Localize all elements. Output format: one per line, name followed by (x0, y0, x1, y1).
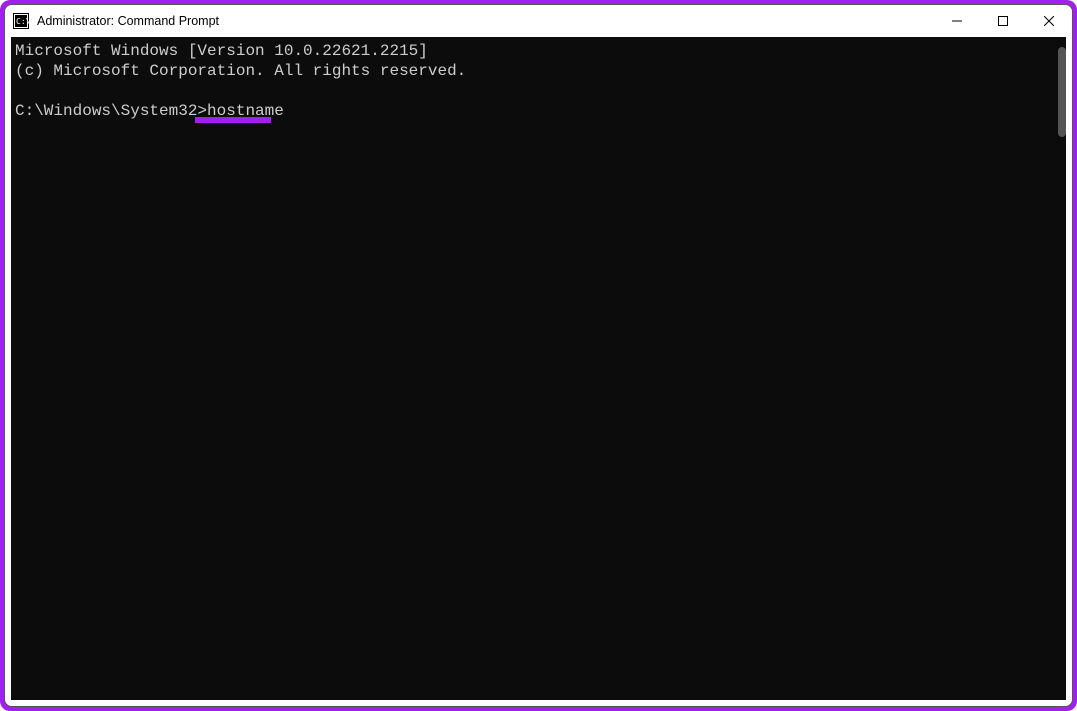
terminal-prompt: C:\Windows\System32> (15, 102, 207, 120)
minimize-button[interactable] (934, 5, 980, 37)
terminal-line-copyright: (c) Microsoft Corporation. All rights re… (15, 62, 466, 80)
titlebar[interactable]: C:\ Administrator: Command Prompt (5, 5, 1072, 37)
terminal[interactable]: Microsoft Windows [Version 10.0.22621.22… (11, 37, 1066, 700)
svg-text:C:\: C:\ (16, 17, 29, 26)
terminal-client-area: Microsoft Windows [Version 10.0.22621.22… (5, 37, 1072, 706)
window-controls (934, 5, 1072, 37)
annotation-frame: C:\ Administrator: Command Prompt (0, 0, 1077, 711)
cmd-icon: C:\ (13, 13, 29, 29)
highlight-underline (195, 117, 271, 123)
command-prompt-window: C:\ Administrator: Command Prompt (4, 4, 1073, 707)
scrollbar-thumb[interactable] (1058, 47, 1066, 137)
window-title: Administrator: Command Prompt (37, 14, 219, 28)
terminal-line-version: Microsoft Windows [Version 10.0.22621.22… (15, 42, 428, 60)
maximize-button[interactable] (980, 5, 1026, 37)
close-button[interactable] (1026, 5, 1072, 37)
